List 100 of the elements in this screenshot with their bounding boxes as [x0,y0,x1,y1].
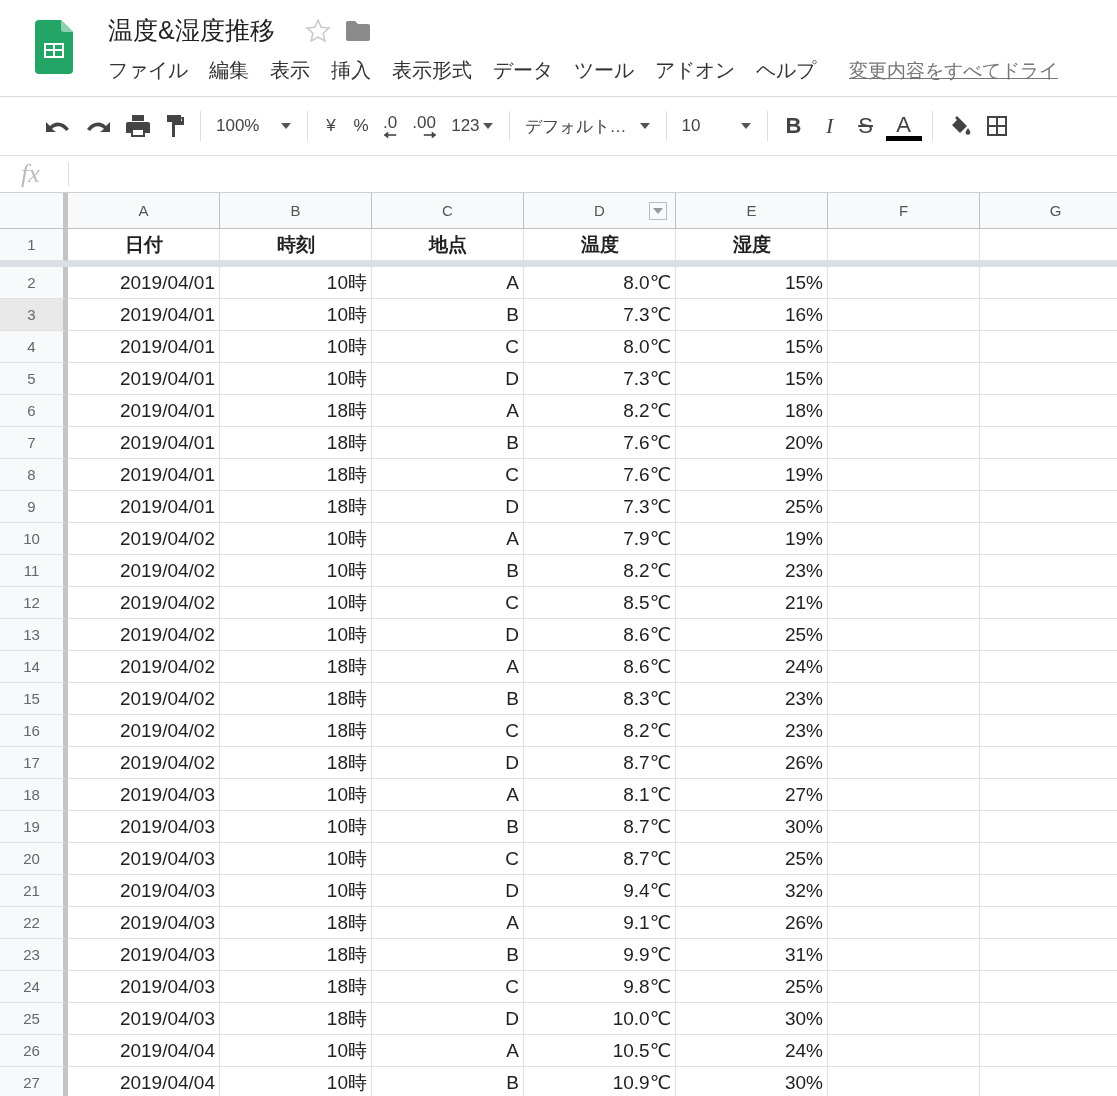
row-number[interactable]: 18 [0,779,68,811]
table-cell: 24% [676,1035,828,1067]
table-cell: 2019/04/01 [68,299,220,331]
table-cell: D [372,363,524,395]
row-number[interactable]: 2 [0,267,68,299]
table-cell: 10.5℃ [524,1035,676,1067]
row-number[interactable]: 10 [0,523,68,555]
table-cell: A [372,651,524,683]
table-cell: 2019/04/03 [68,779,220,811]
spreadsheet-logo-icon [35,20,73,74]
menu-item[interactable]: ツール [574,57,634,84]
table-cell: A [372,1035,524,1067]
decrease-decimal-button[interactable]: .0 [378,108,403,144]
row-number[interactable]: 19 [0,811,68,843]
table-cell: 10時 [220,1035,372,1067]
table-cell: 9.1℃ [524,907,676,939]
column-header[interactable]: A [68,193,220,229]
table-cell: 10時 [220,1067,372,1096]
strikethrough-button[interactable]: S [849,108,882,144]
column-header[interactable]: B [220,193,372,229]
row-number[interactable]: 11 [0,555,68,587]
menu-item[interactable]: 表示 [270,57,310,84]
table-cell: B [372,939,524,971]
row-number[interactable]: 17 [0,747,68,779]
row-number[interactable]: 9 [0,491,68,523]
menu-item[interactable]: ヘルプ [756,57,816,84]
row-number[interactable]: 6 [0,395,68,427]
increase-decimal-button[interactable]: .00 [406,108,443,144]
row-number[interactable]: 23 [0,939,68,971]
table-cell: 30% [676,1003,828,1035]
column-header[interactable]: E [676,193,828,229]
save-status-link[interactable]: 変更内容をすべてドライ [849,57,1058,84]
formula-label: fx [20,159,41,189]
column-header[interactable]: D [524,193,676,229]
table-cell: 18時 [220,971,372,1003]
row-number[interactable]: 12 [0,587,68,619]
table-cell: 2019/04/01 [68,363,220,395]
table-cell: 26% [676,907,828,939]
row-number[interactable]: 20 [0,843,68,875]
menu-item[interactable]: 挿入 [331,57,371,84]
table-cell: 2019/04/02 [68,747,220,779]
percent-button[interactable]: % [348,108,374,144]
table-cell: B [372,683,524,715]
row-number[interactable]: 16 [0,715,68,747]
table-cell: 19% [676,523,828,555]
table-cell: 10時 [220,267,372,299]
row-number[interactable]: 24 [0,971,68,1003]
table-cell: 2019/04/04 [68,1067,220,1096]
row-number[interactable]: 26 [0,1035,68,1067]
table-cell: 2019/04/03 [68,811,220,843]
row-number[interactable]: 5 [0,363,68,395]
row-number[interactable]: 4 [0,331,68,363]
row-number[interactable]: 8 [0,459,68,491]
row-number[interactable]: 7 [0,427,68,459]
row-number[interactable]: 3 [0,299,68,331]
zoom-dropdown[interactable]: 100% [211,108,297,144]
document-title[interactable]: 温度&湿度推移 [108,14,275,47]
column-header[interactable]: G [980,193,1117,229]
column-header[interactable]: C [372,193,524,229]
table-cell: 18時 [220,427,372,459]
row-number[interactable]: 22 [0,907,68,939]
table-cell: 2019/04/01 [68,459,220,491]
text-color-button[interactable]: A [885,111,922,141]
row-number[interactable]: 27 [0,1067,68,1096]
menu-item[interactable]: データ [493,57,553,84]
table-cell: 9.9℃ [524,939,676,971]
table-cell: 8.2℃ [524,715,676,747]
number-format-dropdown[interactable]: 123 [446,108,499,144]
italic-button[interactable]: I [813,108,846,144]
table-cell: 9.8℃ [524,971,676,1003]
caret-icon [481,122,494,130]
row-number[interactable]: 1 [0,229,68,261]
table-cell: 8.5℃ [524,587,676,619]
menu-item[interactable]: 表示形式 [392,57,472,84]
table-cell: 2019/04/02 [68,715,220,747]
row-number[interactable]: 21 [0,875,68,907]
row-number[interactable]: 25 [0,1003,68,1035]
menu-item[interactable]: アドオン [655,57,735,84]
table-cell: 10時 [220,843,372,875]
menu-item[interactable]: ファイル [108,57,188,84]
font-dropdown[interactable]: デフォルト… [519,108,656,144]
row-number[interactable]: 15 [0,683,68,715]
caret-icon [638,122,651,130]
table-cell: 2019/04/03 [68,939,220,971]
table-cell: 8.2℃ [524,555,676,587]
row-number[interactable]: 13 [0,619,68,651]
table-cell: 15% [676,363,828,395]
table-cell: 8.2℃ [524,395,676,427]
bold-button[interactable]: B [777,108,810,144]
font-size-dropdown[interactable]: 10 [676,108,757,144]
table-cell: 18時 [220,395,372,427]
row-number[interactable]: 14 [0,651,68,683]
grid-icon [985,115,1008,137]
table-cell: 2019/04/03 [68,1003,220,1035]
column-header[interactable]: F [828,193,980,229]
table-cell: 10時 [220,779,372,811]
table-cell: 19% [676,459,828,491]
table-cell: 2019/04/03 [68,875,220,907]
currency-button[interactable]: ¥ [318,108,344,144]
menu-item[interactable]: 編集 [209,57,249,84]
